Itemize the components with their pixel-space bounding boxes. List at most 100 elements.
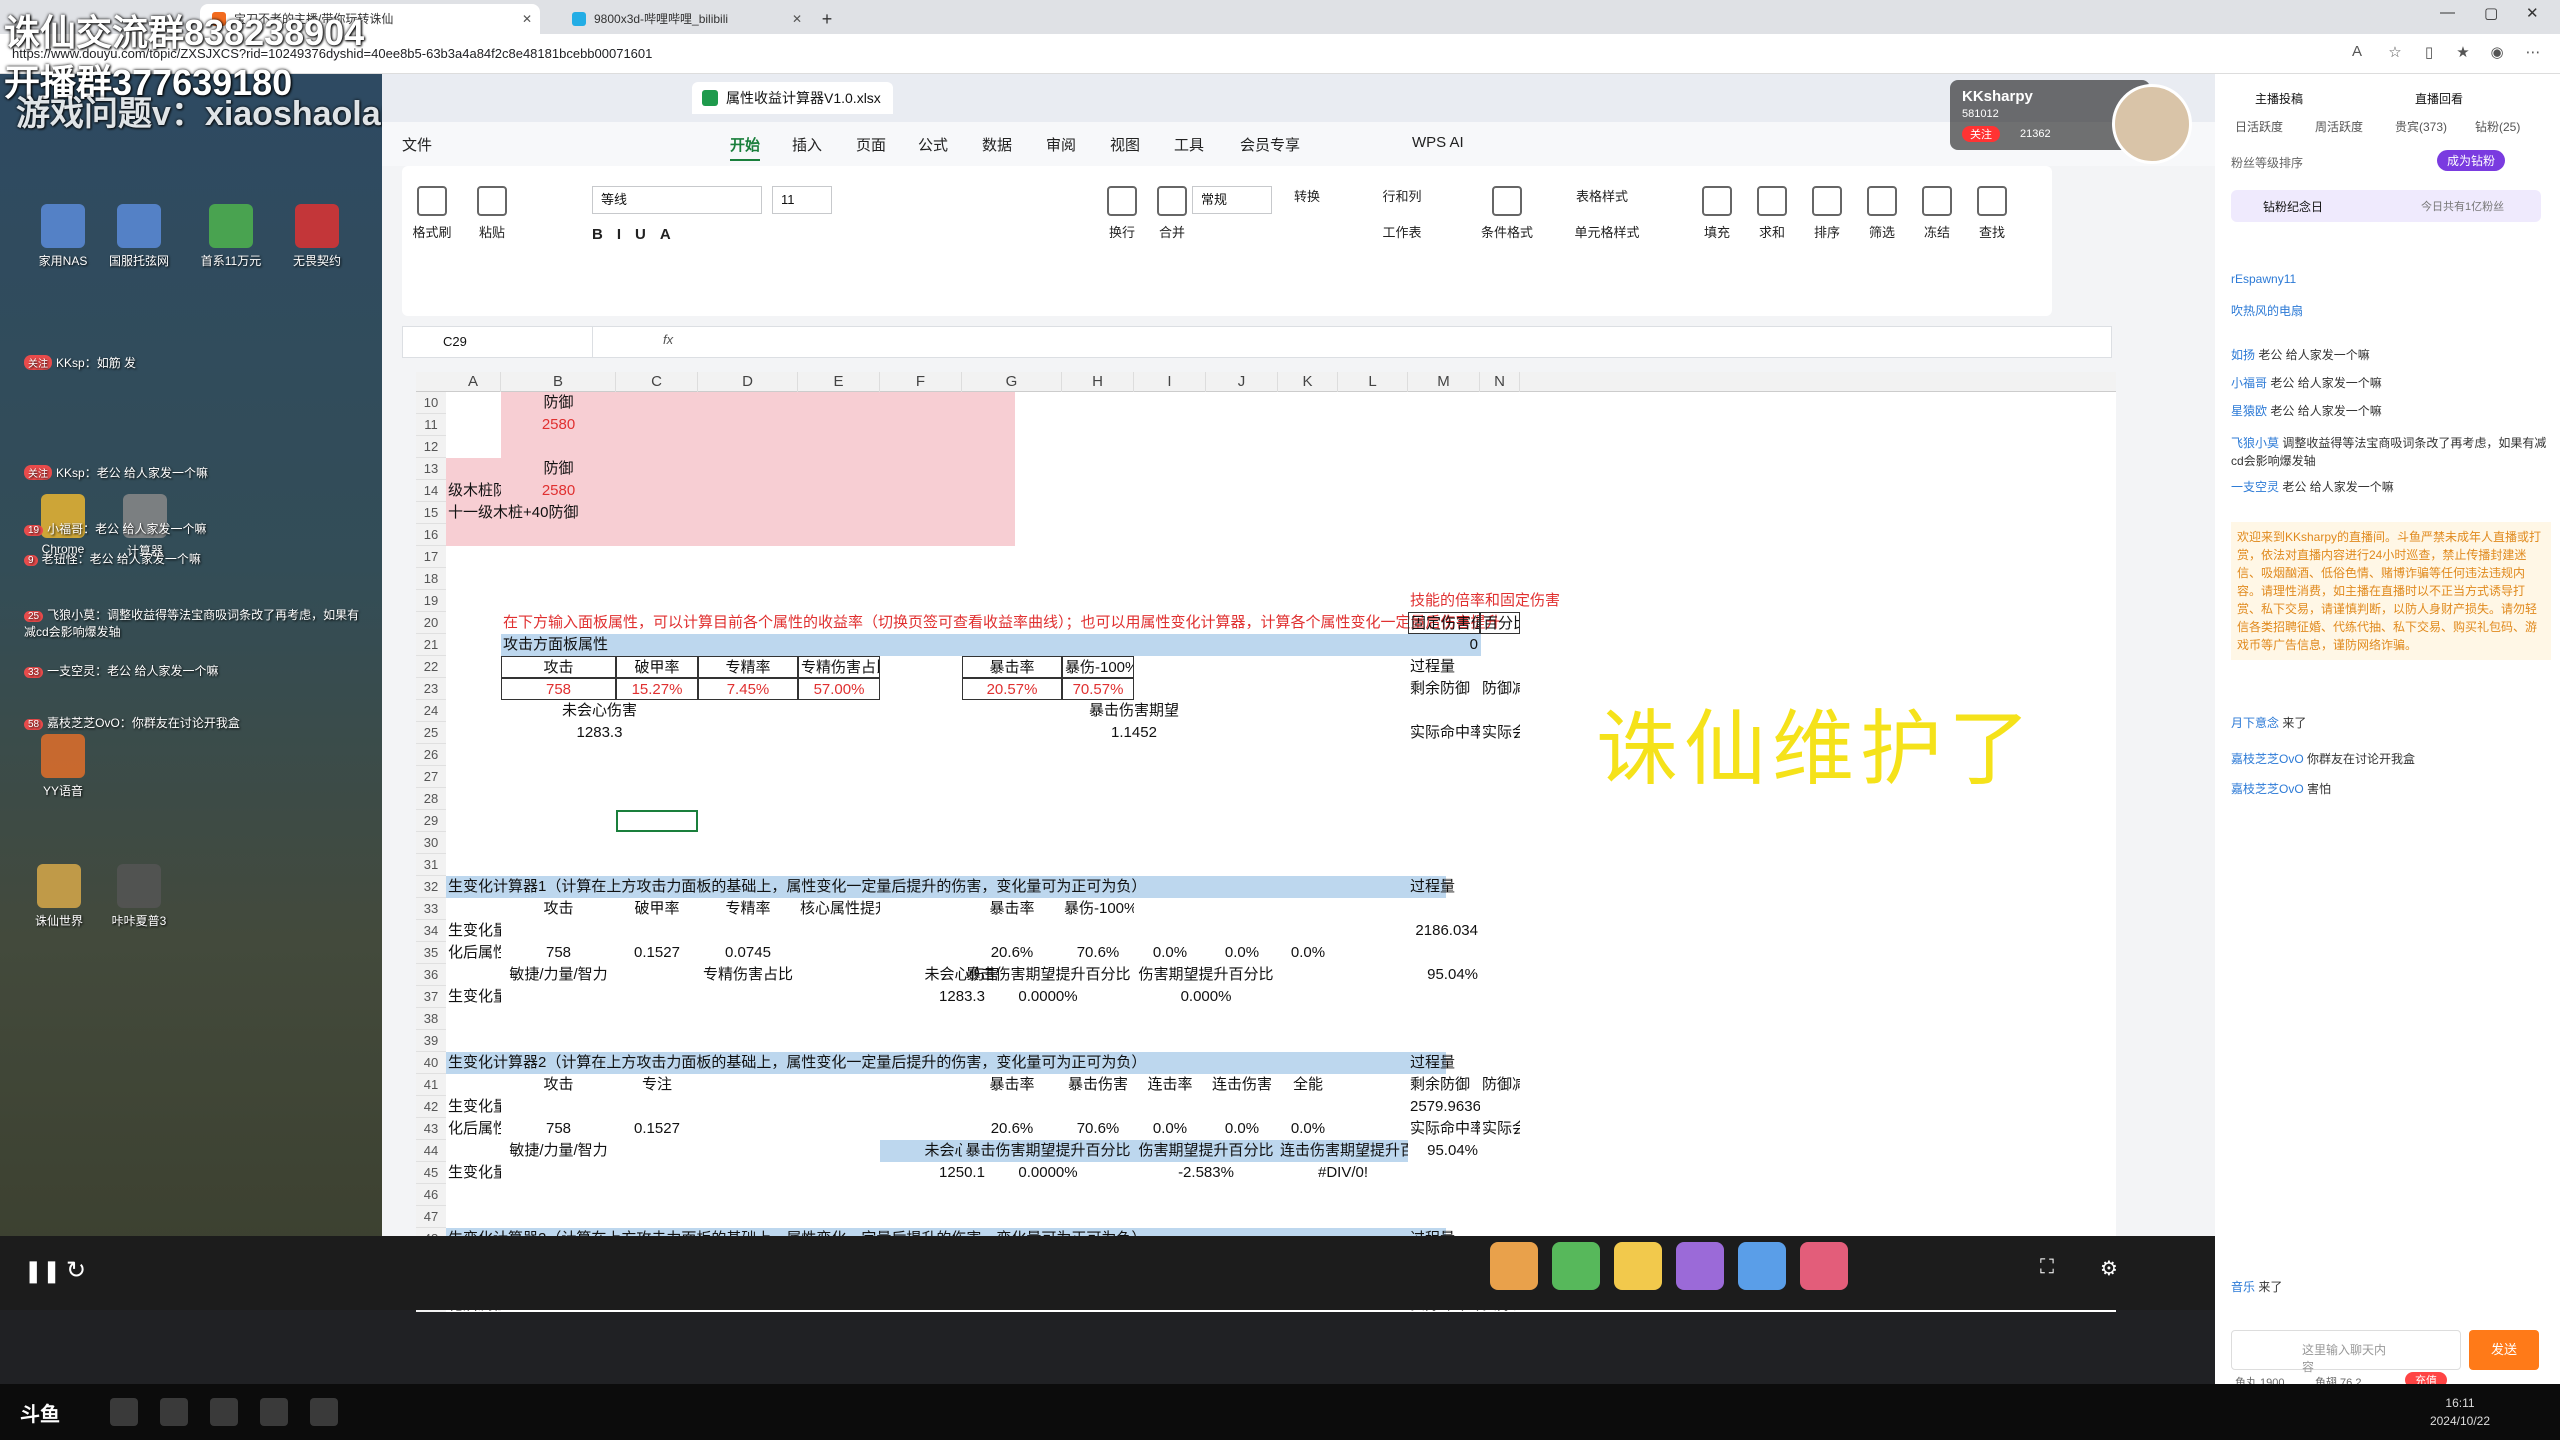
sort-button[interactable]: 排序 — [1802, 186, 1852, 241]
row-number[interactable]: 41 — [416, 1074, 446, 1096]
send-button[interactable]: 发送 — [2469, 1330, 2539, 1370]
cell[interactable]: 过程量 — [1408, 876, 1480, 898]
favorites-icon[interactable]: ★ — [2452, 43, 2474, 65]
tab-weekly-active[interactable]: 周活跃度 — [2315, 118, 2363, 135]
cell[interactable]: 攻击 — [501, 1074, 616, 1096]
new-tab-button[interactable]: + — [812, 4, 842, 34]
chat-username[interactable]: 飞狼小莫 — [2231, 436, 2279, 450]
cell[interactable]: 核心属性提升 — [798, 898, 880, 920]
close-icon[interactable]: ✕ — [792, 4, 802, 34]
cell[interactable]: -2.583% — [1134, 1162, 1278, 1184]
cell[interactable]: 2579.963643 — [1408, 1096, 1480, 1118]
row-number[interactable]: 31 — [416, 854, 446, 876]
cell[interactable]: 破甲率 — [616, 656, 698, 678]
cell[interactable]: 十一级木桩+40防御 — [446, 502, 616, 524]
cell[interactable]: 暴击伤害期望提升百分比 — [962, 964, 1134, 986]
cell[interactable]: 攻击 — [501, 656, 616, 678]
font-size-select[interactable]: 11 — [772, 186, 832, 214]
format-painter-button[interactable]: 格式刷 — [402, 186, 462, 241]
replay-link[interactable]: 直播回看 — [2415, 90, 2463, 107]
gift-icon[interactable] — [1800, 1242, 1848, 1290]
column-header-n[interactable]: N — [1480, 372, 1520, 392]
cell[interactable]: 0.0% — [1134, 1118, 1206, 1140]
gift-icon[interactable] — [1738, 1242, 1786, 1290]
cell[interactable]: 生变化计算器2（计算在上方攻击力面板的基础上，属性变化一定量后提升的伤害，变化量… — [446, 1052, 1446, 1074]
cell[interactable]: 破甲率 — [616, 898, 698, 920]
streamer-posts-link[interactable]: 主播投稿 — [2255, 90, 2303, 107]
cell[interactable]: 化后属性 — [446, 942, 501, 964]
cell[interactable]: #DIV/0! — [1278, 1162, 1408, 1184]
app-icon[interactable] — [160, 1398, 188, 1426]
freeze-button[interactable]: 冻结 — [1912, 186, 1962, 241]
cell[interactable]: 暴击率 — [962, 898, 1062, 920]
cell[interactable]: 0.000% — [1134, 986, 1278, 1008]
cell[interactable]: 连击伤害期望提升百分比 — [1278, 1140, 1408, 1162]
row-number[interactable]: 30 — [416, 832, 446, 854]
column-header-g[interactable]: G — [962, 372, 1062, 392]
gift-icon[interactable] — [1614, 1242, 1662, 1290]
read-aloud-icon[interactable]: A — [2346, 43, 2368, 65]
split-screen-icon[interactable]: ▯ — [2418, 43, 2440, 65]
column-header-k[interactable]: K — [1278, 372, 1338, 392]
menu-data[interactable]: 数据 — [982, 134, 1012, 155]
cell[interactable]: 70.6% — [1062, 1118, 1134, 1140]
cell[interactable]: 攻击 — [501, 898, 616, 920]
pause-icon[interactable]: ❚❚ — [24, 1258, 61, 1284]
row-number[interactable]: 27 — [416, 766, 446, 788]
cell[interactable]: 生变化量 — [446, 986, 501, 1008]
row-number[interactable]: 38 — [416, 1008, 446, 1030]
menu-page[interactable]: 页面 — [856, 134, 886, 155]
cell[interactable]: 70.57% — [1062, 678, 1134, 700]
row-number[interactable]: 44 — [416, 1140, 446, 1162]
chat-username[interactable]: rEspawny11 — [2231, 272, 2296, 286]
cell[interactable]: 57.00% — [798, 678, 880, 700]
chat-username[interactable]: 音乐 — [2231, 1280, 2255, 1294]
cell[interactable]: 0.1527 — [616, 1118, 698, 1140]
file-explorer-icon[interactable] — [110, 1398, 138, 1426]
become-fan-button[interactable]: 成为钻粉 — [2437, 150, 2506, 171]
wrap-button[interactable]: 换行 — [1092, 186, 1152, 241]
cell[interactable]: 2580 — [501, 414, 616, 436]
cell[interactable]: 专精率 — [698, 898, 798, 920]
column-header-b[interactable]: B — [501, 372, 616, 392]
merge-button[interactable]: 合并 — [1152, 186, 1192, 241]
cell[interactable]: 暴击率 — [962, 656, 1062, 678]
chat-username[interactable]: 嘉枝芝芝OvO — [2231, 782, 2304, 796]
cell[interactable]: 0.0% — [1278, 942, 1338, 964]
row-number[interactable]: 47 — [416, 1206, 446, 1228]
cell[interactable]: 专精伤害占比 — [698, 964, 798, 986]
cell[interactable]: 20.6% — [962, 1118, 1062, 1140]
cell[interactable]: 758 — [501, 942, 616, 964]
cell[interactable] — [446, 524, 1015, 546]
chat-username[interactable]: 星猿欧 — [2231, 404, 2267, 418]
cell[interactable]: 15.27% — [616, 678, 698, 700]
row-number[interactable]: 14 — [416, 480, 446, 502]
maximize-icon[interactable]: ▢ — [2484, 4, 2498, 22]
row-number[interactable]: 42 — [416, 1096, 446, 1118]
cell-grid[interactable]: 10 11 12 13 14 15 16 17 18 19 20 21 22 23 24 25 26 27 28 29… — [416, 392, 2116, 1312]
row-number[interactable]: 34 — [416, 920, 446, 942]
cell[interactable]: 1.1452 — [1062, 722, 1206, 744]
row-number[interactable]: 20 — [416, 612, 446, 634]
browser-tab-bilibili[interactable]: 9800x3d-哔哩哔哩_bilibili ✕ — [560, 4, 810, 34]
cell[interactable]: 百分比 — [1480, 612, 1520, 634]
menu-wps-ai[interactable]: WPS AI — [1412, 134, 1464, 151]
cell[interactable]: 95.04% — [1408, 964, 1480, 986]
row-number[interactable]: 21 — [416, 634, 446, 656]
chat-username[interactable]: 小福哥 — [2231, 376, 2267, 390]
fans-level-sort[interactable]: 粉丝等级排序 — [2231, 154, 2303, 171]
tab-daily-active[interactable]: 日活跃度 — [2235, 118, 2283, 135]
row-number[interactable]: 16 — [416, 524, 446, 546]
sheet-grid[interactable]: ABCDEFGHIJKLMN 10 11 12 13 14 15 16 17 18 19 20 21 2… — [416, 372, 2116, 1312]
cell[interactable]: 实际命中率 — [1408, 1118, 1480, 1140]
cell[interactable]: 敏捷/力量/智力 — [501, 964, 616, 986]
filter-button[interactable]: 筛选 — [1857, 186, 1907, 241]
close-icon[interactable]: ✕ — [522, 4, 532, 34]
cell-reference-box[interactable]: C29 — [403, 327, 593, 357]
cell[interactable]: 暴击率 — [962, 1074, 1062, 1096]
table-style-button[interactable]: 表格样式 — [1552, 186, 1652, 205]
selected-cell[interactable] — [616, 810, 698, 832]
favorite-star-icon[interactable]: ☆ — [2384, 43, 2406, 65]
cell[interactable]: 7.45% — [698, 678, 798, 700]
column-header-a[interactable]: A — [446, 372, 501, 392]
